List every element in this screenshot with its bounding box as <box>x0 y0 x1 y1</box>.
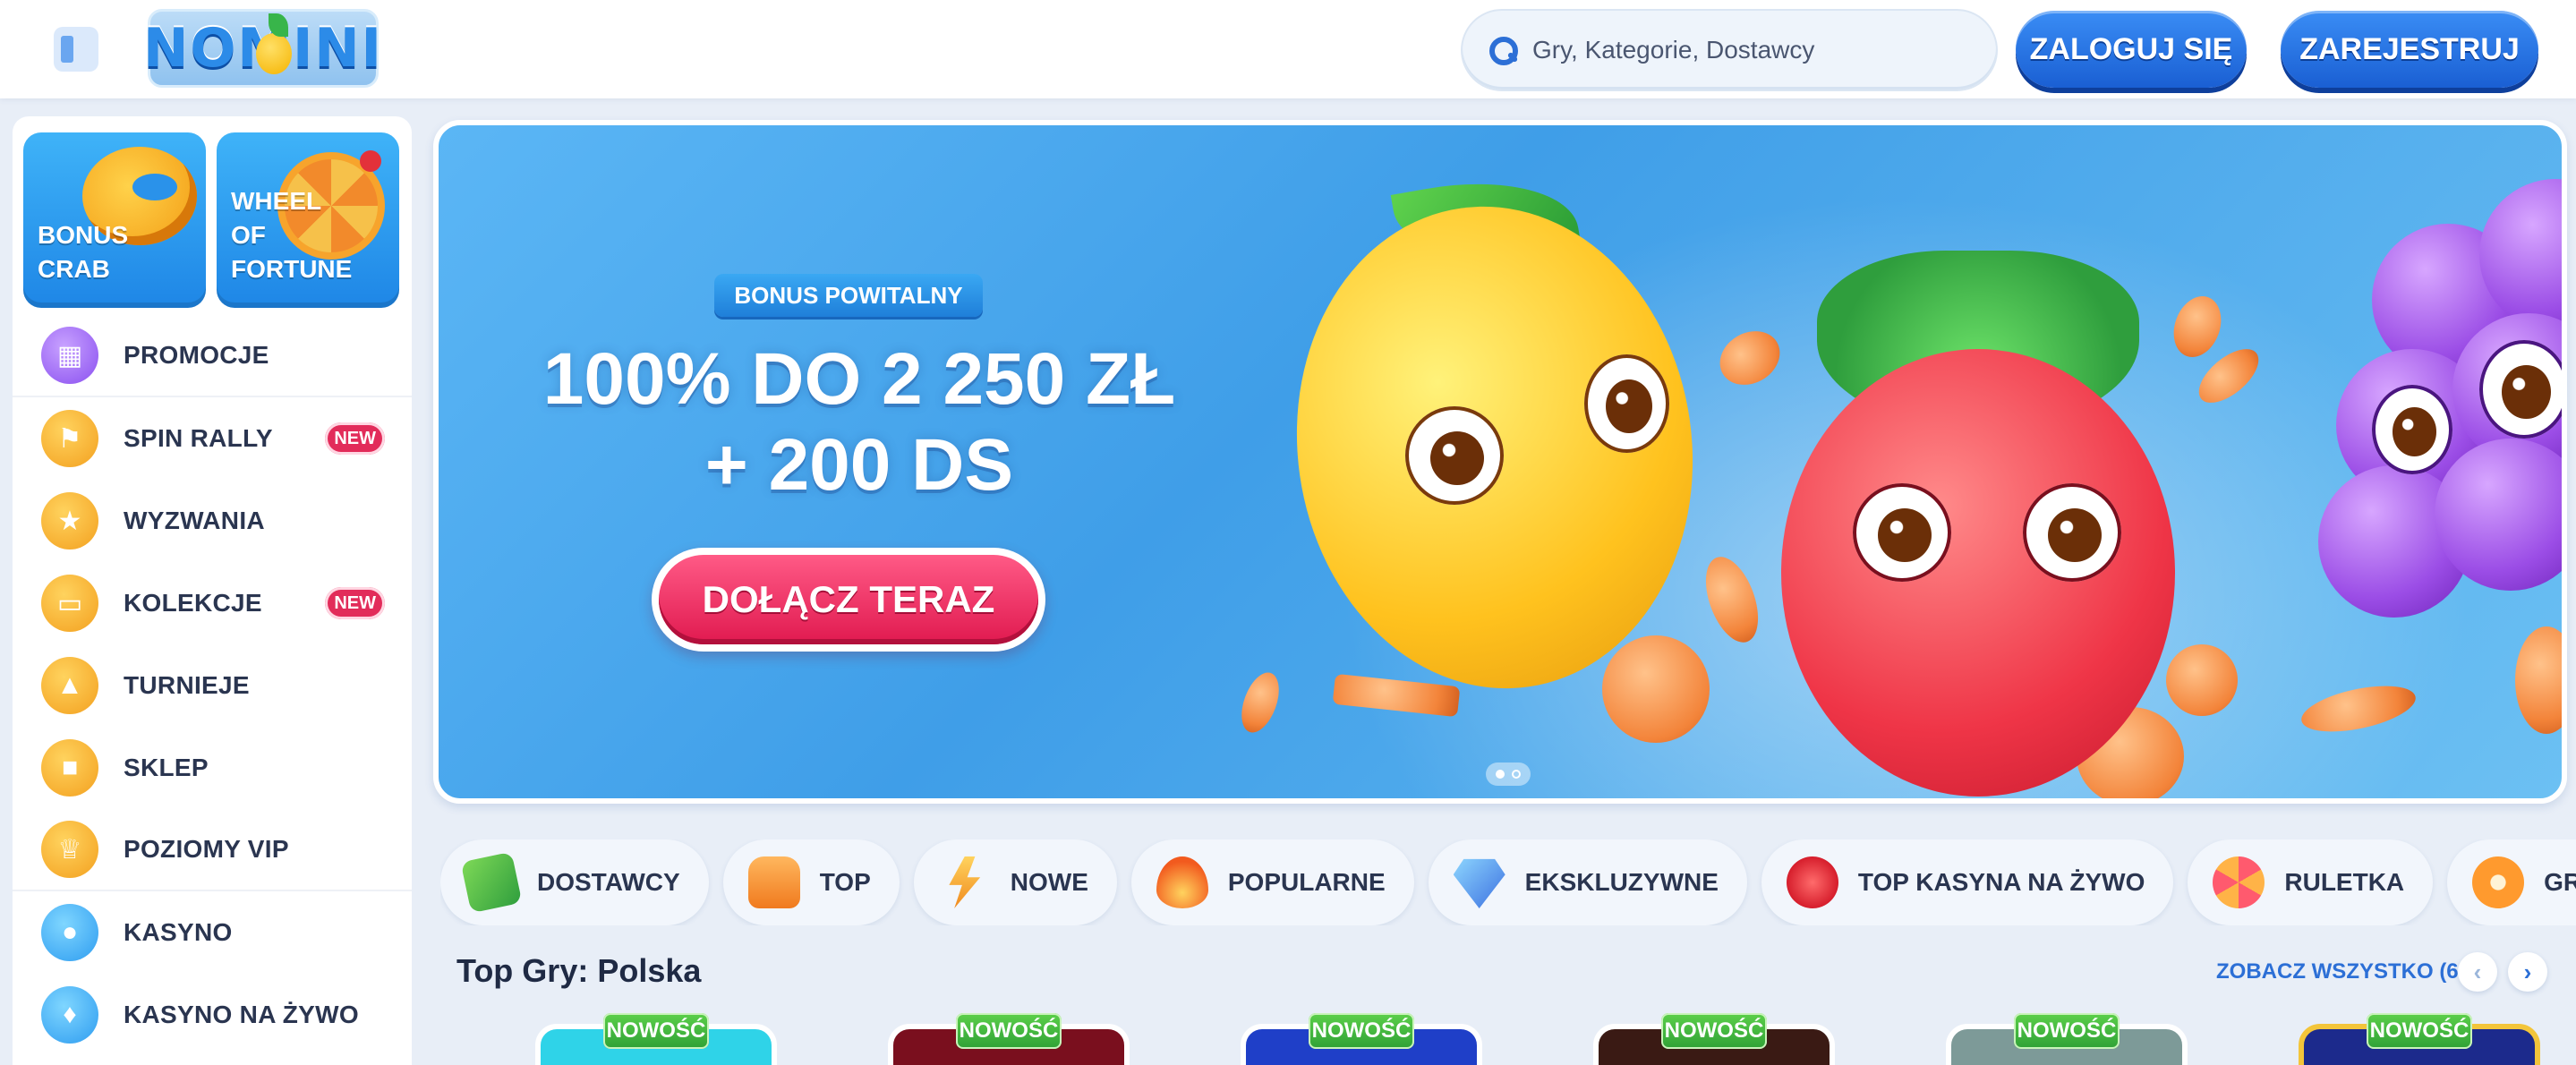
logo[interactable]: NOMINI <box>143 9 381 88</box>
gift-icon: ▦ <box>41 327 98 384</box>
register-button[interactable]: ZAREJESTRUJ <box>2281 11 2538 88</box>
live-cards-icon: ♦ <box>41 986 98 1044</box>
new-game-badge: NOWOŚĆ <box>2014 1013 2120 1049</box>
sidebar-item-label: PROMOCJE <box>124 341 269 369</box>
category-label: RULETKA <box>2284 868 2405 896</box>
new-game-badge: NOWOŚĆ <box>603 1013 709 1049</box>
sidebar-item-label: KOLEKCJE <box>124 589 262 617</box>
sidebar-item-kolekcje[interactable]: ▭ KOLEKCJE NEW <box>13 562 412 644</box>
bonus-crab-label: BONUS CRAB <box>38 221 129 283</box>
category-label: GRY SHOW <box>2544 868 2576 896</box>
bonus-crab-card[interactable]: BONUS CRAB <box>23 132 206 308</box>
eye-icon <box>2479 340 2562 439</box>
sidebar-item-turnieje[interactable]: ▲ TURNIEJE <box>13 644 412 727</box>
slide-dot[interactable] <box>1512 770 1521 779</box>
new-badge: NEW <box>325 587 385 619</box>
sidebar-item-poziomy-vip[interactable]: ♕ POZIOMY VIP <box>13 809 412 891</box>
sidebar-item-label: WYZWANIA <box>124 507 265 534</box>
flag-icon: ⚑ <box>41 410 98 467</box>
chevron-right-icon[interactable]: › <box>2508 952 2547 992</box>
join-now-button[interactable]: DOŁĄCZ TERAZ <box>652 548 1045 652</box>
slide-pagination <box>1486 763 1531 786</box>
category-label: DOSTAWCY <box>537 868 680 896</box>
chevron-left-icon[interactable]: ‹ <box>2458 952 2497 992</box>
trophy-icon: ▲ <box>41 657 98 714</box>
search-bar[interactable] <box>1461 9 1998 91</box>
sidebar-item-spin-rally[interactable]: ⚑ SPIN RALLY NEW <box>13 397 412 480</box>
sidebar-item-promocje[interactable]: ▦ PROMOCJE <box>13 315 412 397</box>
sidebar-item-kasyno-na-zywo[interactable]: ♦ KASYNO NA ŻYWO <box>13 974 412 1056</box>
sidebar-item-label: TURNIEJE <box>124 671 250 699</box>
strawberry-character <box>1781 349 2175 797</box>
sidebar-item-label: KASYNO <box>124 918 233 946</box>
book-icon <box>460 851 523 914</box>
category-top[interactable]: TOP <box>722 839 900 925</box>
cards-icon: ▭ <box>41 575 98 632</box>
sidebar-nav: ▦ PROMOCJE ⚑ SPIN RALLY NEW ★ WYZWANIA ▭… <box>13 315 412 1056</box>
slide-dot-active[interactable] <box>1496 770 1505 779</box>
wheel-of-fortune-label: WHEEL OF FORTUNE <box>231 187 353 283</box>
category-popularne[interactable]: POPULARNE <box>1130 839 1414 925</box>
eye-icon <box>1405 406 1504 505</box>
login-button[interactable]: ZALOGUJ SIĘ <box>2016 11 2247 88</box>
category-nowe[interactable]: NOWE <box>913 839 1117 925</box>
eye-icon <box>2372 385 2452 474</box>
medal-icon: ★ <box>41 492 98 550</box>
hero-title-line1: 100% DO 2 250 ZŁ <box>542 338 1176 420</box>
category-label: TOP <box>819 868 871 896</box>
category-bar: DOSTAWCY TOP NOWE POPULARNE EKSKLUZYWNE … <box>440 839 2576 925</box>
flame-icon <box>1156 856 1208 908</box>
category-label: TOP KASYNA NA ŻYWO <box>1857 868 2145 896</box>
eye-icon <box>1584 354 1669 453</box>
roulette-icon <box>2213 856 2265 908</box>
sidebar-item-label: POZIOMY VIP <box>124 835 289 863</box>
see-all-link[interactable]: ZOBACZ WSZYSTKO (637) <box>2216 959 2489 984</box>
sidebar-item-label: KASYNO NA ŻYWO <box>124 1001 359 1028</box>
wheel-of-fortune-card[interactable]: WHEEL OF FORTUNE <box>217 132 399 308</box>
category-label: NOWE <box>1010 868 1088 896</box>
hero-title: 100% DO 2 250 ZŁ + 200 DS <box>510 337 1208 508</box>
sidebar: BONUS CRAB WHEEL OF FORTUNE ▦ PROMOCJE ⚑… <box>13 116 412 1065</box>
category-gry-show[interactable]: GRY SHOW <box>2447 839 2576 925</box>
category-label: EKSKLUZYWNE <box>1524 868 1719 896</box>
welcome-bonus-badge: BONUS POWITALNY <box>714 274 983 317</box>
new-game-badge: NOWOŚĆ <box>2367 1013 2472 1049</box>
diamond-icon <box>1453 858 1506 908</box>
orange-slice-icon <box>2472 856 2525 908</box>
category-ekskluzywne[interactable]: EKSKLUZYWNE <box>1428 839 1747 925</box>
section-title-top-games: Top Gry: Polska <box>456 952 702 989</box>
sidebar-item-kasyno[interactable]: ● KASYNO <box>13 891 412 974</box>
sidebar-item-sklep[interactable]: ■ SKLEP <box>13 727 412 809</box>
cherries-icon: ● <box>41 904 98 961</box>
crown-icon <box>747 856 800 908</box>
crown-icon: ♕ <box>41 821 98 878</box>
sidebar-item-wyzwania[interactable]: ★ WYZWANIA <box>13 480 412 562</box>
new-game-badge: NOWOŚĆ <box>1661 1013 1767 1049</box>
category-ruletka[interactable]: RULETKA <box>2188 839 2434 925</box>
top-header: NOMINI ZALOGUJ SIĘ ZAREJESTRUJ <box>0 0 2576 98</box>
search-icon <box>1488 35 1518 65</box>
coin-icon <box>1602 635 1710 743</box>
join-now-label: DOŁĄCZ TERAZ <box>659 555 1038 644</box>
new-game-badge: NOWOŚĆ <box>956 1013 1062 1049</box>
new-badge: NEW <box>325 422 385 455</box>
chips-icon <box>1786 856 1838 908</box>
hero-banner[interactable]: BONUS POWITALNY 100% DO 2 250 ZŁ + 200 D… <box>433 120 2567 804</box>
lemon-icon <box>256 33 292 74</box>
lightning-icon <box>949 856 981 908</box>
search-input[interactable] <box>1532 36 1962 64</box>
new-game-badge: NOWOŚĆ <box>1309 1013 1414 1049</box>
sidebar-toggle-icon[interactable] <box>54 27 98 72</box>
category-label: POPULARNE <box>1227 868 1386 896</box>
sidebar-item-label: SPIN RALLY <box>124 424 273 452</box>
sidebar-item-label: SKLEP <box>124 754 209 781</box>
category-top-kasyna-na-zywo[interactable]: TOP KASYNA NA ŻYWO <box>1761 839 2174 925</box>
eye-icon <box>1853 483 1951 582</box>
eye-icon <box>2023 483 2121 582</box>
coin-icon <box>2166 644 2238 716</box>
category-dostawcy[interactable]: DOSTAWCY <box>440 839 709 925</box>
hero-title-line2: + 200 DS <box>704 424 1014 506</box>
shop-icon: ■ <box>41 739 98 797</box>
